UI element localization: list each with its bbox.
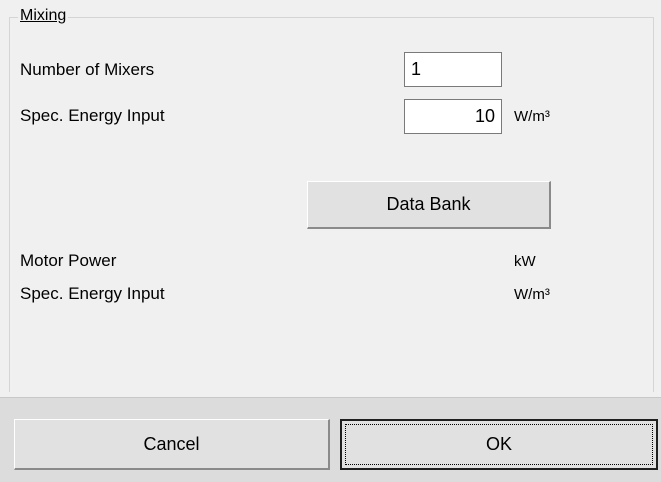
result-spec-energy-input-unit: W/m³	[514, 286, 550, 303]
ok-button-label: OK	[485, 434, 512, 454]
motor-power-unit: kW	[514, 253, 536, 270]
cancel-button-label: Cancel	[143, 433, 200, 454]
spec-energy-input-unit: W/m³	[514, 108, 550, 125]
ok-button[interactable]: OK	[340, 419, 658, 470]
data-bank-button-label: Data Bank	[386, 194, 471, 214]
data-bank-button[interactable]: Data Bank	[307, 181, 551, 229]
result-spec-energy-input-label: Spec. Energy Input	[20, 284, 165, 303]
mixing-group-title: Mixing	[18, 6, 69, 26]
number-of-mixers-input[interactable]: 1	[404, 52, 502, 87]
motor-power-label: Motor Power	[20, 251, 117, 270]
cancel-button[interactable]: Cancel	[14, 419, 330, 470]
spec-energy-input-field[interactable]: 10	[404, 99, 502, 134]
number-of-mixers-label: Number of Mixers	[20, 60, 155, 79]
spec-energy-input-label: Spec. Energy Input	[20, 106, 165, 125]
